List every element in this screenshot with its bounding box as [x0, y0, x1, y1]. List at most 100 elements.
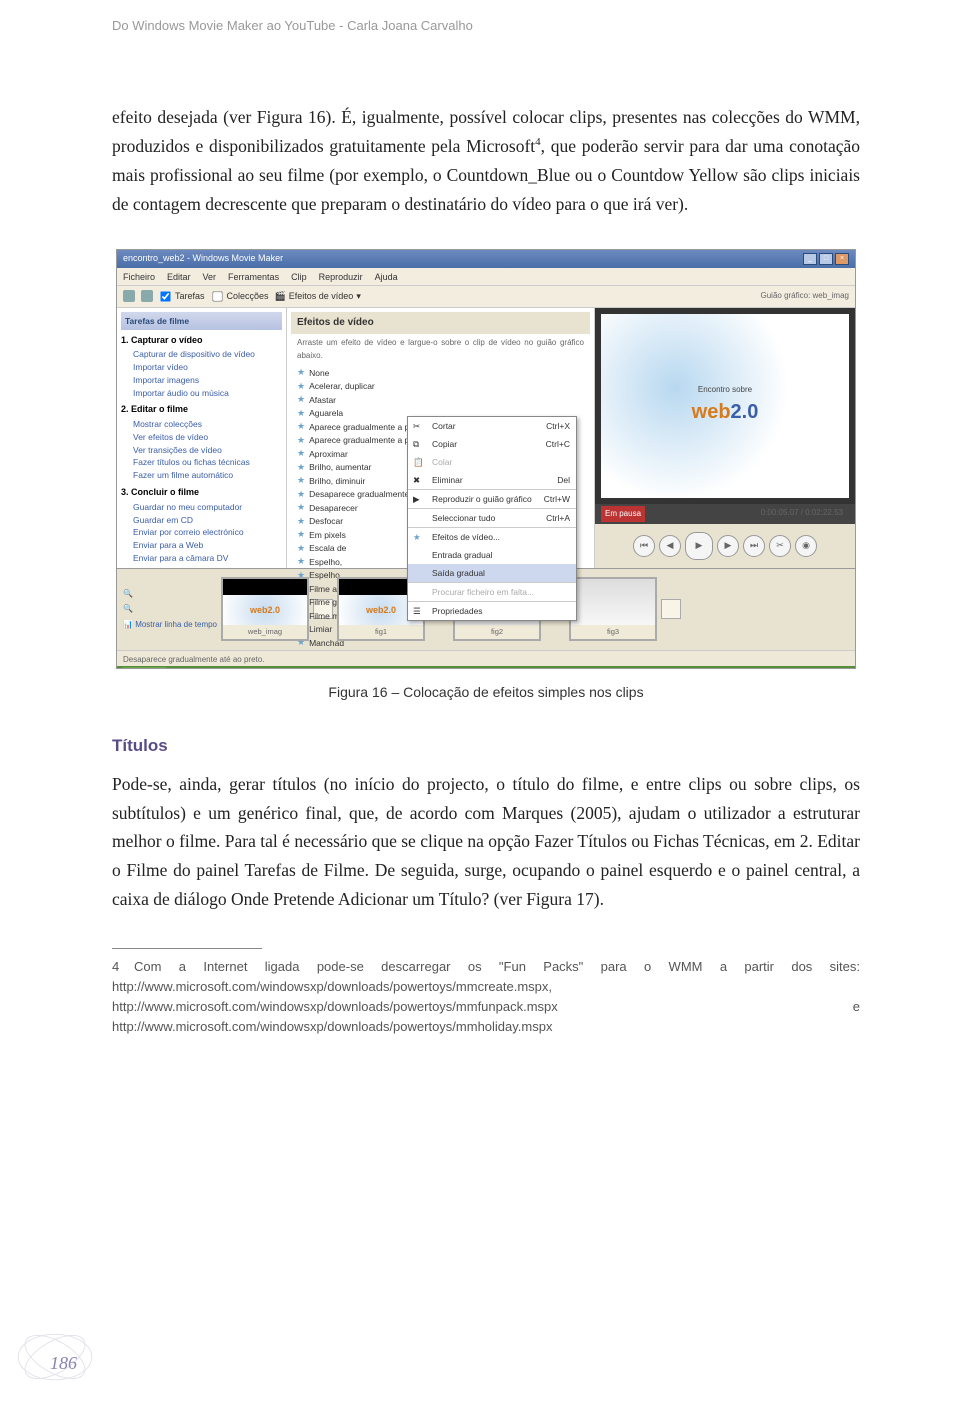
- split-button[interactable]: ✂: [769, 535, 791, 557]
- effects-panel: Efeitos de vídeo Arraste um efeito de ví…: [287, 308, 595, 568]
- effect-icon: ★: [297, 447, 305, 461]
- effect-icon: ★: [297, 488, 305, 502]
- send-dv-link[interactable]: Enviar para a câmara DV: [121, 552, 282, 565]
- effect-icon: ★: [297, 407, 305, 421]
- menu-ferramentas[interactable]: Ferramentas: [228, 270, 279, 283]
- view-transitions-link[interactable]: Ver transições de vídeo: [121, 444, 282, 457]
- transition-slot[interactable]: [661, 599, 681, 619]
- photo-button[interactable]: ◉: [795, 535, 817, 557]
- step3-head: 3. Concluir o filme: [121, 485, 282, 500]
- make-titles-link[interactable]: Fazer títulos ou fichas técnicas: [121, 456, 282, 469]
- effect-icon: ★: [297, 380, 305, 394]
- running-header: Do Windows Movie Maker ao YouTube - Carl…: [0, 0, 960, 33]
- web20-logo: web2.0: [692, 396, 759, 429]
- next-button[interactable]: ⏭: [743, 535, 765, 557]
- context-menu: ✂CortarCtrl+X ⧉CopiarCtrl+C 📋Colar ✖Elim…: [407, 416, 577, 621]
- figure-caption: Figura 16 – Colocação de efeitos simples…: [116, 681, 856, 704]
- cm-efeitos[interactable]: ★Efeitos de vídeo...: [408, 527, 576, 546]
- minimize-button[interactable]: _: [803, 253, 817, 265]
- taskbar-item[interactable]: encontro_web2 - Win...: [361, 668, 459, 669]
- wmm-screenshot: encontro_web2 - Windows Movie Maker _ □ …: [116, 249, 856, 669]
- capture-device-link[interactable]: Capturar de dispositivo de vídeo: [121, 348, 282, 361]
- effect-icon: ★: [297, 542, 305, 556]
- effect-icon: ★: [297, 501, 305, 515]
- prev-button[interactable]: ⏮: [633, 535, 655, 557]
- taskbar-item[interactable]: WEB2.0: [309, 668, 354, 669]
- save-cd-link[interactable]: Guardar em CD: [121, 514, 282, 527]
- send-email-link[interactable]: Enviar por correio electrónico: [121, 526, 282, 539]
- paste-icon: 📋: [413, 455, 425, 467]
- delete-icon: ✖: [413, 473, 425, 485]
- preview-status: Em pausa 0:00:05.07 / 0:02:22.53: [595, 504, 855, 523]
- effect-item[interactable]: ★Afastar: [297, 393, 590, 407]
- menu-reproduzir[interactable]: Reproduzir: [319, 270, 363, 283]
- cm-copiar[interactable]: ⧉CopiarCtrl+C: [408, 435, 576, 453]
- effect-icon: ★: [297, 528, 305, 542]
- window-titlebar: encontro_web2 - Windows Movie Maker _ □ …: [117, 250, 855, 268]
- taskbar-item[interactable]: workshop_joana_Enc...: [204, 668, 303, 669]
- main-area: Tarefas de filme 1. Capturar o vídeo Cap…: [117, 308, 855, 568]
- statusbar: Desaparece gradualmente até ao preto.: [117, 650, 855, 666]
- cm-eliminar[interactable]: ✖EliminarDel: [408, 471, 576, 489]
- menu-ajuda[interactable]: Ajuda: [375, 270, 398, 283]
- taskbar: Iniciar 🌐 ✉ workshop_joana_Enc... WEB2.0…: [117, 666, 855, 669]
- page-number: 186: [50, 1353, 77, 1374]
- footnote-text: Com a Internet ligada pode-se descarrega…: [112, 959, 860, 1034]
- effects-title: Efeitos de vídeo: [291, 312, 590, 335]
- show-timeline-link[interactable]: 📊 Mostrar linha de tempo: [123, 618, 217, 631]
- storyboard-clip[interactable]: web2.0 web_imag: [221, 577, 309, 641]
- cm-fadein[interactable]: Entrada gradual: [408, 546, 576, 564]
- efeitos-dropdown[interactable]: 🎬 Efeitos de vídeo ▾: [275, 289, 361, 304]
- effect-item[interactable]: ★None: [297, 366, 590, 380]
- maximize-button[interactable]: □: [819, 253, 833, 265]
- import-audio-link[interactable]: Importar áudio ou música: [121, 387, 282, 400]
- menu-ver[interactable]: Ver: [203, 270, 217, 283]
- guiao-label: Guião gráfico: web_imag: [761, 289, 850, 302]
- forward-icon[interactable]: [141, 290, 153, 302]
- import-images-link[interactable]: Importar imagens: [121, 374, 282, 387]
- save-computer-link[interactable]: Guardar no meu computador: [121, 501, 282, 514]
- menu-clip[interactable]: Clip: [291, 270, 307, 283]
- send-web-link[interactable]: Enviar para a Web: [121, 539, 282, 552]
- coleccoes-toggle[interactable]: Colecções: [211, 289, 269, 304]
- cm-fadeout[interactable]: Saída gradual: [408, 564, 576, 582]
- step2-head: 2. Editar o filme: [121, 402, 282, 417]
- cm-findfile[interactable]: Procurar ficheiro em falta...: [408, 582, 576, 601]
- paragraph-1: efeito desejada (ver Figura 16). É, igua…: [112, 103, 860, 219]
- play-icon: ▶: [413, 492, 425, 504]
- effect-item[interactable]: ★Acelerar, duplicar: [297, 380, 590, 394]
- menu-ficheiro[interactable]: Ficheiro: [123, 270, 155, 283]
- section-title-titulos: Títulos: [112, 732, 860, 760]
- cm-reproduzir[interactable]: ▶Reproduzir o guião gráficoCtrl+W: [408, 489, 576, 508]
- step1-head: 1. Capturar o vídeo: [121, 333, 282, 348]
- tasks-panel-title: Tarefas de filme: [121, 312, 282, 330]
- rewind-button[interactable]: ◀: [659, 535, 681, 557]
- effect-icon: ★: [297, 434, 305, 448]
- cm-cortar[interactable]: ✂CortarCtrl+X: [408, 417, 576, 435]
- tarefas-toggle[interactable]: Tarefas: [159, 289, 205, 304]
- menu-editar[interactable]: Editar: [167, 270, 191, 283]
- storyboard-clip[interactable]: fig3: [569, 577, 657, 641]
- preview-panel: Encontro sobre web2.0 Em pausa 0:00:05.0…: [595, 308, 855, 568]
- show-collections-link[interactable]: Mostrar colecções: [121, 418, 282, 431]
- back-icon[interactable]: [123, 290, 135, 302]
- close-button[interactable]: ×: [835, 253, 849, 265]
- auto-movie-link[interactable]: Fazer um filme automático: [121, 469, 282, 482]
- import-video-link[interactable]: Importar vídeo: [121, 361, 282, 374]
- menubar: Ficheiro Editar Ver Ferramentas Clip Rep…: [117, 268, 855, 286]
- cm-selectall[interactable]: Seleccionar tudoCtrl+A: [408, 508, 576, 527]
- storyboard-tools: 🔍🔍 📊 Mostrar linha de tempo: [123, 587, 217, 631]
- forward-button[interactable]: ▶: [717, 535, 739, 557]
- view-effects-link[interactable]: Ver efeitos de vídeo: [121, 431, 282, 444]
- cm-colar[interactable]: 📋Colar: [408, 453, 576, 471]
- start-button[interactable]: Iniciar: [121, 667, 168, 668]
- effect-icon: ★: [297, 555, 305, 569]
- cm-props[interactable]: ☰Propriedades: [408, 601, 576, 620]
- window-buttons: _ □ ×: [803, 253, 849, 265]
- effect-icon: ★: [297, 515, 305, 529]
- play-button[interactable]: ▶: [685, 532, 713, 560]
- video-preview: Encontro sobre web2.0: [601, 314, 849, 499]
- effect-icon: ★: [297, 474, 305, 488]
- taskbar-item[interactable]: Microsoft PowerPoint...: [465, 668, 563, 669]
- footnote-4: 4Com a Internet ligada pode-se descarreg…: [112, 957, 860, 1038]
